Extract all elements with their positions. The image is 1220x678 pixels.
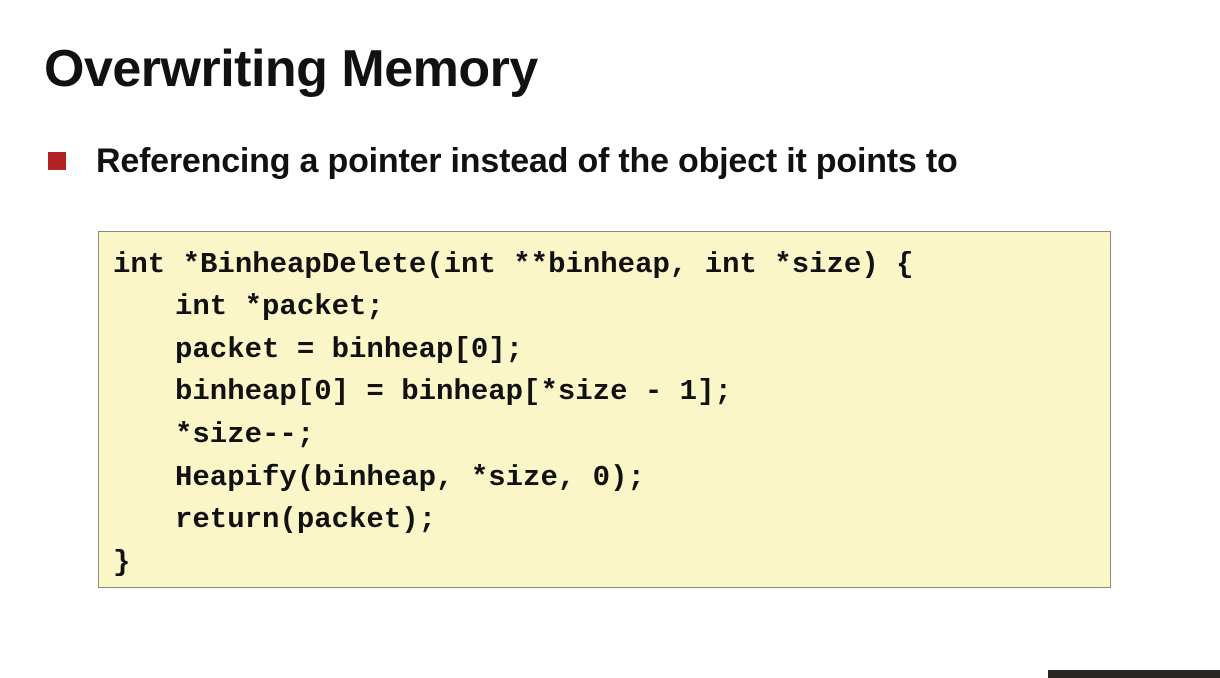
code-block: int *BinheapDelete(int **binheap, int *s… [98,231,1111,588]
slide-title: Overwriting Memory [44,40,538,98]
code-line-packet-declaration: int *packet; [175,290,384,323]
code-line-return: return(packet); [175,503,437,536]
code-line-binheap-swap: binheap[0] = binheap[*size - 1]; [175,375,732,408]
video-thumbnail-edge [1048,670,1220,678]
code-line-closing-brace: } [113,546,131,579]
code-line-packet-assignment: packet = binheap[0]; [175,333,524,366]
bullet-item: Referencing a pointer instead of the obj… [48,139,958,183]
code-line-heapify-call: Heapify(binheap, *size, 0); [175,461,645,494]
bullet-text: Referencing a pointer instead of the obj… [96,141,958,180]
code-line-size-decrement: *size--; [175,418,315,451]
bullet-square-icon [48,152,66,170]
code-line-function-signature: int *BinheapDelete(int **binheap, int *s… [113,248,914,281]
